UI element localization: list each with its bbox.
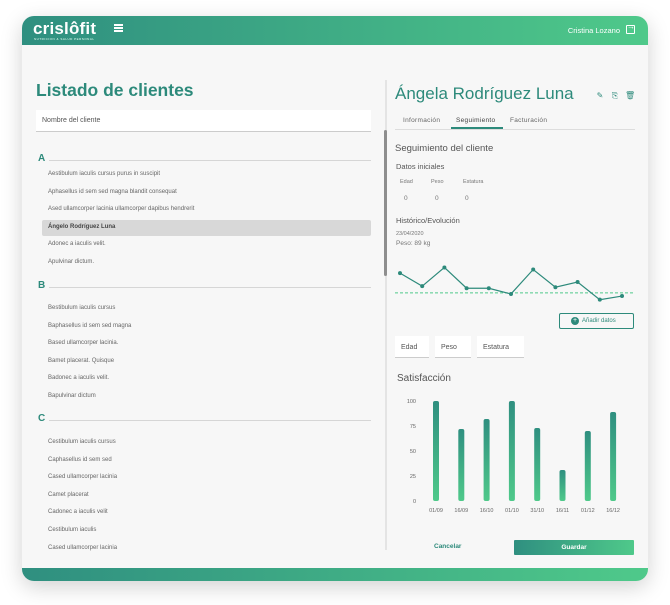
data-point — [442, 265, 447, 270]
data-point — [420, 284, 425, 289]
data-point — [575, 280, 580, 284]
x-tick-label: 01/09 — [429, 508, 443, 514]
client-list-item[interactable]: Cased ullamcorper lacinia — [42, 470, 371, 486]
initial-label-height: Estatura — [463, 179, 484, 185]
client-list-item[interactable]: Cestibulum iaculis cursus — [42, 435, 371, 451]
client-list-item[interactable]: Cased ullamcorper lacinia — [42, 541, 371, 557]
client-list-item[interactable]: Cadonec a iaculis velit — [42, 505, 371, 521]
client-name: Ángela Rodríguez Luna — [395, 84, 574, 103]
client-list-item[interactable]: Aphasellus id sem sed magna blandit cons… — [42, 185, 371, 201]
delete-icon[interactable]: 🗑 — [625, 91, 635, 100]
page-title: Listado de clientes — [36, 80, 194, 100]
client-list-item[interactable]: Ased ullamcorper lacinia ullamcorper dap… — [42, 202, 371, 218]
client-list-item[interactable]: Cestibulum iaculis — [42, 523, 371, 539]
initial-value-age: 0 — [404, 195, 408, 202]
history-date: 23/04/2020 — [396, 231, 424, 237]
data-point — [464, 286, 469, 291]
bar — [534, 428, 541, 501]
app-window: crislôfit NUTRICION & SALUD PERSONAL Cri… — [22, 16, 648, 581]
evolution-line-chart — [395, 265, 635, 302]
data-point — [509, 291, 513, 296]
initial-label-weight: Peso — [431, 179, 444, 185]
top-bar: crislôfit NUTRICION & SALUD PERSONAL Cri… — [22, 16, 648, 45]
x-tick-label: 16/11 — [556, 508, 569, 514]
history-title: Histórico/Evolución — [396, 216, 460, 225]
y-tick-label: 75 — [410, 424, 416, 430]
tabs-divider — [395, 129, 635, 130]
menu-icon[interactable] — [114, 24, 123, 32]
bar — [458, 429, 465, 501]
x-tick-label: 01/12 — [581, 508, 595, 514]
search-input[interactable]: Nombre del cliente — [36, 110, 371, 132]
tab-informacion[interactable]: Información — [403, 117, 440, 129]
group-letter-b: B — [38, 280, 46, 291]
save-button[interactable]: Guardar — [514, 540, 634, 555]
x-tick-label: 31/10 — [530, 508, 544, 514]
user-name[interactable]: Cristina Lozano — [568, 26, 620, 35]
bar — [483, 419, 490, 501]
initial-value-weight: 0 — [435, 195, 439, 202]
section-title: Seguimiento del cliente — [395, 143, 494, 154]
y-tick-label: 100 — [407, 399, 416, 405]
data-point — [597, 297, 602, 302]
logo[interactable]: crislôfit — [33, 19, 96, 39]
group-divider — [49, 160, 371, 161]
satisfaction-title: Satisfacción — [397, 373, 451, 384]
logo-subtitle: NUTRICION & SALUD PERSONAL — [34, 37, 95, 41]
bar — [433, 401, 439, 501]
initial-label-age: Edad — [400, 179, 413, 185]
client-list-item[interactable]: Apulvinar dictum. — [42, 255, 371, 271]
y-tick-label: 25 — [410, 474, 416, 480]
x-tick-label: 16/09 — [454, 508, 468, 514]
y-tick-label: 50 — [410, 449, 416, 455]
group-divider — [49, 420, 371, 421]
bar — [508, 401, 515, 501]
edit-icon[interactable]: ✎ — [596, 91, 604, 100]
bar — [559, 470, 566, 501]
client-list-item[interactable]: Badonec a iaculis velit. — [42, 371, 371, 387]
group-letter-a: A — [38, 153, 46, 164]
cancel-button[interactable]: Cancelar — [434, 543, 461, 550]
satisfaction-bar-chart: 0 25 50 75 100 01/09 16/09 16/10 01/10 31/10 16/11… — [407, 399, 620, 514]
add-data-button[interactable]: + Añadir datos — [559, 313, 634, 329]
client-list-item[interactable]: Based ullamcorper lacinia. — [42, 336, 371, 352]
bottom-bar — [22, 568, 648, 581]
x-tick-label: 01/10 — [505, 508, 519, 514]
x-tick-label: 16/10 — [480, 508, 494, 514]
add-data-label: Añadir datos — [582, 318, 616, 324]
client-list-item[interactable]: Bestibulum iaculis cursus — [42, 301, 371, 317]
bar — [584, 431, 591, 501]
y-tick-label: 0 — [413, 499, 416, 505]
group-letter-c: C — [38, 413, 46, 424]
height-field[interactable]: Estatura — [477, 336, 524, 358]
data-point — [531, 267, 536, 272]
weight-field[interactable]: Peso — [435, 336, 471, 358]
tab-seguimiento[interactable]: Seguimiento — [451, 117, 503, 129]
data-point — [620, 294, 624, 299]
client-list-item[interactable]: Ángelo Rodríguez Luna — [42, 219, 371, 236]
data-point — [398, 271, 402, 276]
export-icon[interactable]: ⎘ — [611, 91, 619, 100]
client-list-item[interactable]: Baphasellus id sem sed magna — [42, 319, 371, 335]
group-divider — [49, 287, 371, 288]
initial-value-height: 0 — [465, 195, 469, 202]
tab-facturacion[interactable]: Facturación — [510, 117, 547, 129]
logout-icon[interactable] — [626, 22, 635, 34]
plus-icon: + — [571, 317, 579, 325]
scrollbar[interactable] — [384, 130, 387, 276]
bar — [610, 412, 617, 501]
x-tick-label: 16/12 — [606, 508, 620, 514]
initial-data-title: Datos iniciales — [396, 162, 445, 171]
age-field[interactable]: Edad — [395, 336, 429, 358]
client-list-item[interactable]: Camet placerat — [42, 488, 371, 504]
client-list-item[interactable]: Bamet placerat. Quisque — [42, 354, 371, 370]
client-list-item[interactable]: Adonec a iaculis velit. — [42, 237, 371, 253]
data-point — [553, 285, 558, 290]
history-weight: Peso: 89 kg — [396, 240, 431, 247]
client-list-item[interactable]: Caphasellus id sem sed — [42, 453, 371, 469]
data-point — [486, 286, 491, 291]
client-list-item[interactable]: Bapulvinar dictum — [42, 389, 371, 405]
client-list-item[interactable]: Aestibulum iaculis cursus purus in susci… — [42, 167, 371, 183]
